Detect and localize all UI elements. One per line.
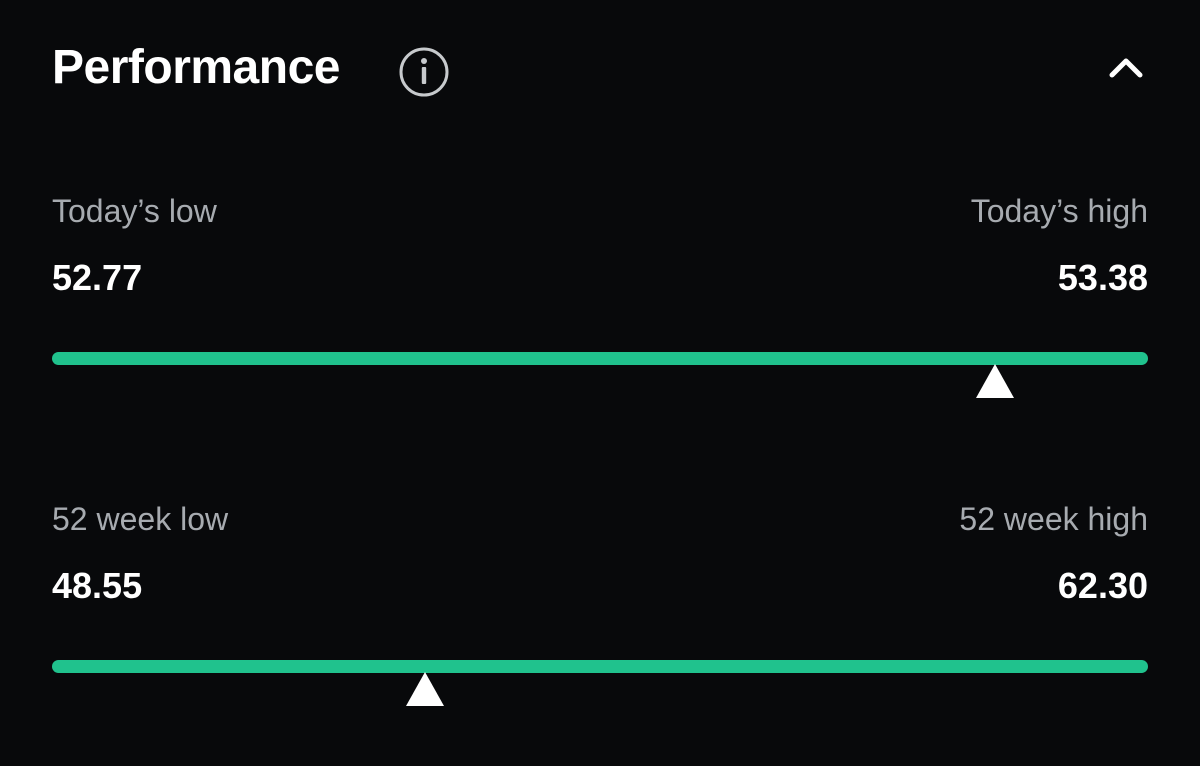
todays-high-label: Today’s high [970, 193, 1148, 229]
todays-price-marker [975, 364, 1014, 398]
todays-low-value: 52.77 [52, 257, 143, 298]
week-52-high-value: 62.30 [1057, 565, 1148, 606]
todays-low-label: Today’s low [52, 193, 217, 229]
section-title: Performance [52, 41, 340, 94]
info-icon[interactable] [398, 46, 450, 98]
chevron-up-icon[interactable] [1106, 52, 1146, 82]
week-52-low-label: 52 week low [52, 501, 229, 537]
week-52-low-value: 48.55 [52, 565, 143, 606]
week-52-price-marker [405, 672, 444, 706]
week-52-range-track [52, 660, 1148, 673]
todays-high-value: 53.38 [1057, 257, 1148, 298]
week-52-high-label: 52 week high [959, 501, 1148, 537]
performance-header: Performance [52, 36, 1148, 100]
